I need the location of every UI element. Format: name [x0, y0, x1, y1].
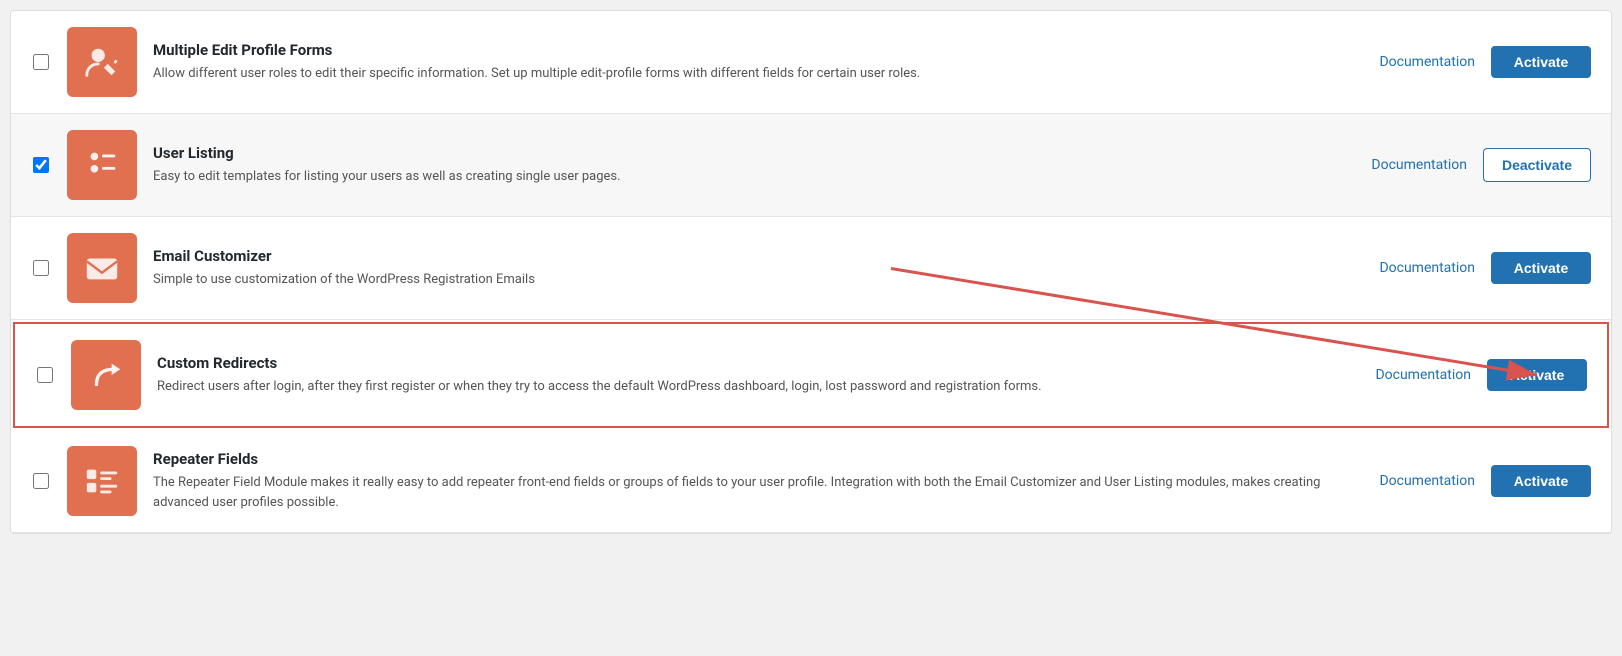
checkbox-cell-custom-redirects [35, 367, 55, 383]
checkbox-repeater-fields[interactable] [33, 473, 49, 489]
plugin-desc-repeater-fields: The Repeater Field Module makes it reall… [153, 473, 1363, 512]
plugin-actions-multiple-edit-profile-forms: Documentation Activate [1379, 46, 1591, 78]
plugin-info-custom-redirects: Custom Redirects Redirect users after log… [157, 354, 1359, 397]
checkbox-cell-multiple-edit-profile-forms [31, 54, 51, 70]
plugin-row-user-listing: User Listing Easy to edit templates for l… [11, 114, 1611, 217]
plugin-info-repeater-fields: Repeater Fields The Repeater Field Module… [153, 450, 1363, 512]
plugin-icon-email-customizer [67, 233, 137, 303]
checkbox-custom-redirects[interactable] [37, 367, 53, 383]
plugin-desc-multiple-edit-profile-forms: Allow different user roles to edit their… [153, 64, 1363, 84]
checkbox-email-customizer[interactable] [33, 260, 49, 276]
plugin-row-repeater-fields: Repeater Fields The Repeater Field Module… [11, 430, 1611, 533]
action-button-user-listing[interactable]: Deactivate [1483, 148, 1591, 182]
action-button-multiple-edit-profile-forms[interactable]: Activate [1491, 46, 1591, 78]
plugin-row-email-customizer: Email Customizer Simple to use customizat… [11, 217, 1611, 320]
checkbox-cell-user-listing [31, 157, 51, 173]
plugin-actions-repeater-fields: Documentation Activate [1379, 465, 1591, 497]
action-button-email-customizer[interactable]: Activate [1491, 252, 1591, 284]
plugin-title-user-listing: User Listing [153, 144, 1355, 162]
plugin-title-repeater-fields: Repeater Fields [153, 450, 1363, 468]
plugin-row-custom-redirects: Custom Redirects Redirect users after log… [13, 322, 1609, 428]
doc-link-repeater-fields[interactable]: Documentation [1379, 473, 1475, 489]
checkbox-cell-repeater-fields [31, 473, 51, 489]
plugin-icon-user-listing [67, 130, 137, 200]
plugin-actions-user-listing: Documentation Deactivate [1371, 148, 1591, 182]
plugin-row-multiple-edit-profile-forms: Multiple Edit Profile Forms Allow differe… [11, 11, 1611, 114]
doc-link-email-customizer[interactable]: Documentation [1379, 260, 1475, 276]
checkbox-user-listing[interactable] [33, 157, 49, 173]
plugin-title-email-customizer: Email Customizer [153, 247, 1363, 265]
plugin-icon-custom-redirects [71, 340, 141, 410]
doc-link-user-listing[interactable]: Documentation [1371, 157, 1467, 173]
plugin-title-custom-redirects: Custom Redirects [157, 354, 1359, 372]
checkbox-cell-email-customizer [31, 260, 51, 276]
plugin-desc-custom-redirects: Redirect users after login, after they f… [157, 377, 1359, 397]
plugin-list: Multiple Edit Profile Forms Allow differe… [10, 10, 1612, 534]
action-button-custom-redirects[interactable]: Activate [1487, 359, 1587, 391]
plugin-actions-email-customizer: Documentation Activate [1379, 252, 1591, 284]
checkbox-multiple-edit-profile-forms[interactable] [33, 54, 49, 70]
plugin-info-user-listing: User Listing Easy to edit templates for l… [153, 144, 1355, 187]
plugin-icon-multiple-edit-profile-forms [67, 27, 137, 97]
action-button-repeater-fields[interactable]: Activate [1491, 465, 1591, 497]
doc-link-custom-redirects[interactable]: Documentation [1375, 367, 1471, 383]
plugin-info-multiple-edit-profile-forms: Multiple Edit Profile Forms Allow differe… [153, 41, 1363, 84]
plugin-info-email-customizer: Email Customizer Simple to use customizat… [153, 247, 1363, 290]
plugin-desc-email-customizer: Simple to use customization of the WordP… [153, 270, 1363, 290]
plugin-actions-custom-redirects: Documentation Activate [1375, 359, 1587, 391]
plugin-icon-repeater-fields [67, 446, 137, 516]
plugin-desc-user-listing: Easy to edit templates for listing your … [153, 167, 1355, 187]
plugin-title-multiple-edit-profile-forms: Multiple Edit Profile Forms [153, 41, 1363, 59]
doc-link-multiple-edit-profile-forms[interactable]: Documentation [1379, 54, 1475, 70]
